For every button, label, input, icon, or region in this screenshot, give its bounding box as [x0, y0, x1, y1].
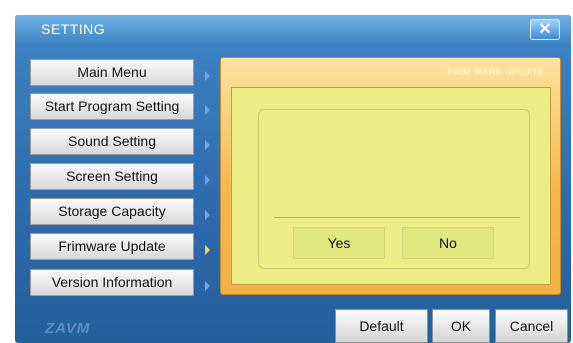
close-button[interactable]: ✕ — [530, 19, 560, 40]
ok-button[interactable]: OK — [432, 309, 490, 343]
menu-item-main-menu[interactable]: Main Menu — [30, 59, 194, 86]
panel-content: Yes No — [231, 87, 551, 285]
message-area: Yes No — [258, 109, 530, 269]
menu-item-screen-setting[interactable]: Screen Setting — [30, 163, 194, 190]
brand-logo: ZAVM — [45, 320, 91, 337]
window-title: SETTING — [41, 21, 106, 37]
default-button[interactable]: Default — [335, 309, 428, 343]
title-bar: SETTING ✕ — [15, 15, 571, 43]
menu-item-version-information[interactable]: Version Information — [30, 269, 194, 296]
arrow-right-icon — [205, 281, 210, 291]
menu-item-sound-setting[interactable]: Sound Setting — [30, 128, 194, 155]
menu-item-start-program-setting[interactable]: Start Program Setting — [30, 93, 194, 120]
arrow-right-icon — [205, 140, 210, 150]
active-arrow-icon — [205, 245, 210, 255]
no-button[interactable]: No — [402, 227, 494, 259]
arrow-right-icon — [205, 71, 210, 81]
yes-button[interactable]: Yes — [293, 227, 385, 259]
cancel-button[interactable]: Cancel — [495, 309, 568, 343]
arrow-right-icon — [205, 210, 210, 220]
arrow-right-icon — [205, 105, 210, 115]
menu-item-storage-capacity[interactable]: Storage Capacity — [30, 198, 194, 225]
menu-item-firmware-update[interactable]: Frimware Update — [30, 233, 194, 260]
firmware-update-panel: FIRM WARE UPDATE Yes No — [220, 57, 561, 295]
panel-title: FIRM WARE UPDATE — [447, 67, 544, 77]
divider — [274, 217, 520, 218]
close-icon: ✕ — [538, 21, 552, 38]
settings-window: SETTING ✕ Main Menu Start Program Settin… — [15, 15, 571, 343]
arrow-right-icon — [205, 175, 210, 185]
